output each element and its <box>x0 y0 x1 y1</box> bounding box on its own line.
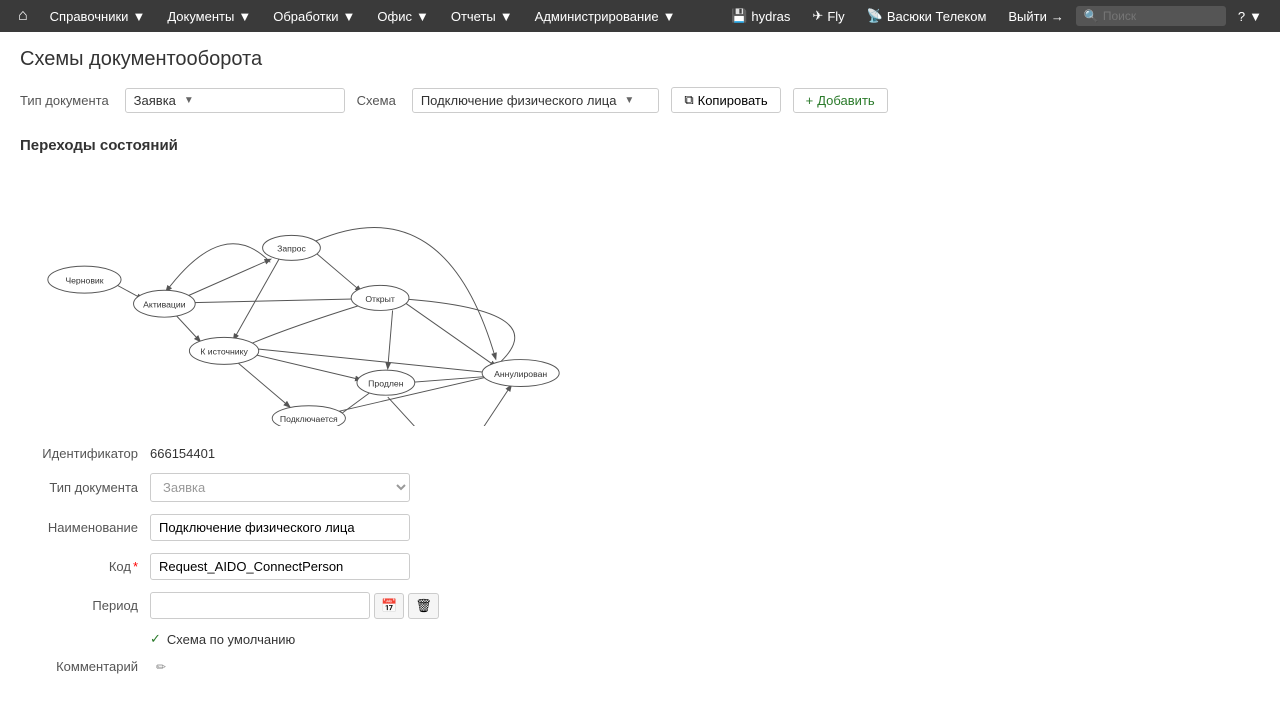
schema-label: Схема <box>357 93 396 108</box>
nav-spravochniki[interactable]: Справочники ▼ <box>40 0 156 32</box>
form-name-row: Наименование <box>20 514 1260 541</box>
page-title: Схемы документооборота <box>20 48 1260 71</box>
form-code-row: Код <box>20 553 1260 580</box>
svg-text:Черновик: Черновик <box>65 275 103 285</box>
comment-row: Комментарий ✏ <box>20 659 1260 674</box>
default-schema-label: Схема по умолчанию <box>167 632 295 647</box>
chevron-down-icon: ▼ <box>238 9 251 24</box>
svg-text:Открыт: Открыт <box>365 294 395 304</box>
home-button[interactable]: ⌂ <box>8 0 38 32</box>
doc-type-select[interactable]: Заявка ▼ <box>125 88 345 113</box>
search-box[interactable]: 🔍 <box>1076 6 1226 26</box>
copy-icon: ⧉ <box>684 92 693 108</box>
trash-icon: 🗑 <box>415 598 432 613</box>
id-label: Идентификатор <box>20 446 150 461</box>
form-doc-type-label: Тип документа <box>20 480 150 495</box>
svg-text:Запрос: Запрос <box>277 244 306 254</box>
edit-icon[interactable]: ✏ <box>156 660 166 674</box>
form-name-input[interactable] <box>150 514 410 541</box>
chevron-down-icon: ▼ <box>1249 9 1262 24</box>
form-doc-type-row: Тип документа Заявка <box>20 473 1260 502</box>
svg-text:К источнику: К источнику <box>200 347 248 357</box>
chevron-down-icon: ▼ <box>343 9 356 24</box>
chevron-down-icon: ▼ <box>624 95 634 106</box>
chevron-down-icon: ▼ <box>663 9 676 24</box>
transitions-section: Переходы состояний <box>20 137 1260 426</box>
page-content: Схемы документооборота Тип документа Зая… <box>0 32 1280 702</box>
svg-text:Аннулирован: Аннулирован <box>494 369 547 379</box>
comment-label: Комментарий <box>20 659 150 674</box>
help-button[interactable]: ? ▼ <box>1228 0 1272 32</box>
state-graph: Черновик Активации Запрос Открыт К источ… <box>20 166 640 426</box>
calendar-button[interactable]: 📅 <box>374 593 404 619</box>
nav-administrirovanie[interactable]: Администрирование ▼ <box>525 0 686 32</box>
search-icon: 🔍 <box>1084 9 1099 23</box>
copy-button[interactable]: ⧉ Копировать <box>671 87 780 113</box>
topnav: ⌂ Справочники ▼ Документы ▼ Обработки ▼ … <box>0 0 1280 32</box>
form-period-row: Период 📅 🗑 <box>20 592 1260 619</box>
form-code-label: Код <box>20 559 150 574</box>
svg-text:Активации: Активации <box>143 300 186 310</box>
chevron-down-icon: ▼ <box>500 9 513 24</box>
topnav-right: 💾 hydras ✈ Fly 📡 Васюки Телеком Выйти → … <box>721 0 1272 32</box>
toolbar-row: Тип документа Заявка ▼ Схема Подключение… <box>20 87 1260 113</box>
form-doc-type-select[interactable]: Заявка <box>150 473 410 502</box>
id-row: Идентификатор 666154401 <box>20 446 1260 461</box>
nav-logout[interactable]: Выйти → <box>998 0 1074 32</box>
nav-fly[interactable]: ✈ Fly <box>802 0 854 32</box>
nav-hydras[interactable]: 💾 hydras <box>721 0 800 32</box>
search-input[interactable] <box>1103 9 1223 23</box>
section-title: Переходы состояний <box>20 137 1260 154</box>
nav-otchety[interactable]: Отчеты ▼ <box>441 0 523 32</box>
form-period-input[interactable] <box>150 592 370 619</box>
default-schema-row: ✓ Схема по умолчанию <box>150 631 1260 647</box>
chevron-down-icon: ▼ <box>132 9 145 24</box>
calendar-icon: 📅 <box>381 598 397 613</box>
nav-obrabotki[interactable]: Обработки ▼ <box>263 0 365 32</box>
chevron-down-icon: ▼ <box>416 9 429 24</box>
doc-type-label: Тип документа <box>20 93 109 108</box>
add-button[interactable]: + Добавить <box>793 88 888 113</box>
form-name-label: Наименование <box>20 520 150 535</box>
nav-dokumenty[interactable]: Документы ▼ <box>157 0 261 32</box>
id-value: 666154401 <box>150 446 215 461</box>
svg-text:Продлен: Продлен <box>368 379 404 389</box>
check-icon: ✓ <box>150 631 161 647</box>
chevron-down-icon: ▼ <box>184 95 194 106</box>
form-period-label: Период <box>20 598 150 613</box>
form-section: Идентификатор 666154401 Тип документа За… <box>20 446 1260 674</box>
nav-ofis[interactable]: Офис ▼ <box>367 0 438 32</box>
form-code-input[interactable] <box>150 553 410 580</box>
schema-select[interactable]: Подключение физического лица ▼ <box>412 88 660 113</box>
nav-vasyuki[interactable]: 📡 Васюки Телеком <box>857 0 997 32</box>
graph-area: Черновик Активации Запрос Открыт К источ… <box>20 166 640 426</box>
svg-text:Подключается: Подключается <box>280 414 338 424</box>
period-group: 📅 🗑 <box>150 592 439 619</box>
clear-date-button[interactable]: 🗑 <box>408 593 439 619</box>
add-icon: + <box>806 93 814 108</box>
